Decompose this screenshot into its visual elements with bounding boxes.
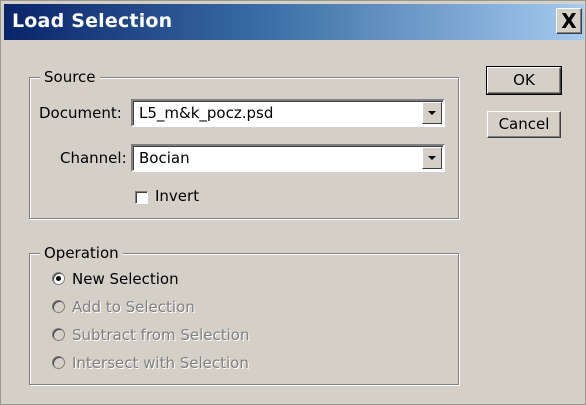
radio-button[interactable] — [52, 272, 65, 285]
radio-selected-dot — [56, 276, 61, 281]
radio-button — [52, 328, 65, 341]
radio-button — [52, 300, 65, 313]
cancel-button[interactable]: Cancel — [487, 111, 561, 138]
source-legend: Source — [40, 68, 100, 86]
close-button[interactable]: X — [556, 8, 582, 34]
channel-select-value: Bocian — [139, 149, 190, 167]
operation-legend: Operation — [40, 244, 123, 262]
radio-label: Add to Selection — [72, 298, 195, 316]
radio-label: Subtract from Selection — [72, 326, 250, 344]
ok-button[interactable]: OK — [486, 66, 562, 95]
chevron-down-icon[interactable] — [422, 147, 442, 169]
channel-select[interactable]: Bocian — [131, 144, 445, 172]
invert-checkbox[interactable] — [135, 191, 148, 204]
title-bar[interactable]: Load Selection X — [4, 4, 584, 40]
dialog-title: Load Selection — [12, 10, 173, 32]
channel-label: Channel: — [60, 149, 127, 167]
radio-label: Intersect with Selection — [72, 354, 249, 372]
radio-button — [52, 356, 65, 369]
document-select-value: L5_m&k_pocz.psd — [139, 104, 274, 122]
invert-label[interactable]: Invert — [155, 187, 199, 205]
radio-label: New Selection — [72, 270, 179, 288]
document-label: Document: — [39, 104, 122, 122]
document-select[interactable]: L5_m&k_pocz.psd — [131, 99, 445, 127]
chevron-down-icon[interactable] — [422, 102, 442, 124]
operation-options: New Selection Add to Selection Subtract … — [52, 269, 352, 381]
close-icon: X — [561, 9, 577, 33]
load-selection-dialog: Load Selection X Source Document: L5_m&k… — [0, 0, 586, 405]
